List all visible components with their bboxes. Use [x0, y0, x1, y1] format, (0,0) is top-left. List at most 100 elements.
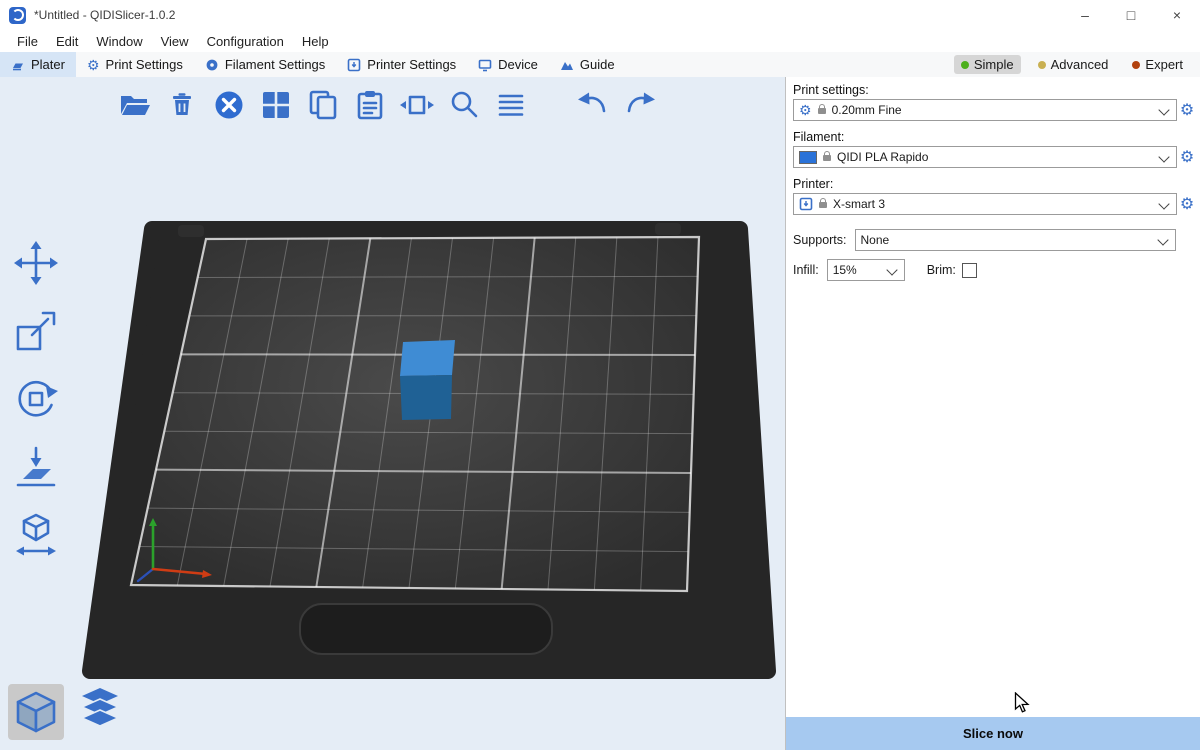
supports-label: Supports: — [793, 233, 847, 247]
app-window: *Untitled - QIDISlicer-1.0.2 – □ × File … — [0, 0, 1200, 750]
lock-icon — [823, 155, 831, 161]
chevron-down-icon — [1158, 198, 1169, 209]
printer-value: X-smart 3 — [833, 197, 885, 211]
tab-filament-settings[interactable]: Filament Settings — [194, 52, 336, 77]
measure-icon[interactable] — [10, 509, 62, 561]
filament-value: QIDI PLA Rapido — [837, 150, 928, 164]
open-icon[interactable] — [116, 86, 154, 124]
preview-view-icon[interactable] — [72, 684, 128, 740]
copy-icon[interactable] — [304, 86, 342, 124]
menu-help[interactable]: Help — [293, 34, 338, 49]
menu-window[interactable]: Window — [87, 34, 151, 49]
slice-now-button[interactable]: Slice now — [786, 717, 1200, 750]
chevron-down-icon — [1158, 104, 1169, 115]
editor-view-icon[interactable] — [8, 684, 64, 740]
filament-gear-button[interactable]: ⚙ — [1177, 147, 1197, 167]
paste-icon[interactable] — [351, 86, 389, 124]
menu-configuration[interactable]: Configuration — [198, 34, 293, 49]
mouse-cursor-icon — [1014, 692, 1034, 719]
tab-device[interactable]: Device — [467, 52, 549, 77]
arrange-icon[interactable] — [257, 86, 295, 124]
menubar: File Edit Window View Configuration Help — [0, 30, 1200, 52]
filament-icon — [205, 58, 219, 72]
undo-icon[interactable] — [574, 86, 612, 124]
move-icon[interactable] — [10, 237, 62, 289]
infill-combo[interactable]: 15% — [827, 259, 905, 281]
expert-dot-icon — [1132, 61, 1140, 69]
delete-all-icon[interactable] — [210, 86, 248, 124]
printer-icon — [799, 197, 813, 211]
close-button-icon[interactable]: × — [1154, 0, 1200, 30]
tabbar: Plater ⚙ Print Settings Filament Setting… — [0, 52, 1200, 78]
brim-checkbox[interactable] — [962, 263, 977, 278]
tab-print-settings[interactable]: ⚙ Print Settings — [76, 52, 194, 77]
titlebar: *Untitled - QIDISlicer-1.0.2 – □ × — [0, 0, 1200, 30]
place-on-face-icon[interactable] — [10, 441, 62, 493]
chevron-down-icon — [1157, 234, 1168, 245]
viewport-3d — [0, 77, 785, 750]
sidebar: Print settings: ⚙ 0.20mm Fine ⚙ Filament… — [785, 77, 1200, 750]
mode-label: Simple — [974, 57, 1014, 72]
filament-label: Filament: — [793, 130, 1200, 144]
tab-plater[interactable]: Plater — [0, 52, 76, 77]
bed-handle — [300, 604, 552, 654]
search-icon[interactable] — [445, 86, 483, 124]
delete-icon[interactable] — [163, 86, 201, 124]
minimize-button-icon[interactable]: – — [1062, 0, 1108, 30]
lock-icon — [818, 108, 826, 114]
scale-icon[interactable] — [10, 305, 62, 357]
tab-guide[interactable]: Guide — [549, 52, 626, 77]
printer-gear-button[interactable]: ⚙ — [1177, 194, 1197, 214]
layer-height-icon[interactable] — [492, 86, 530, 124]
print-settings-gear-button[interactable]: ⚙ — [1177, 100, 1197, 120]
print-settings-value: 0.20mm Fine — [832, 103, 902, 117]
maximize-button-icon[interactable]: □ — [1108, 0, 1154, 30]
redo-icon[interactable] — [621, 86, 659, 124]
rotate-icon[interactable] — [10, 373, 62, 425]
lock-icon — [819, 202, 827, 208]
chevron-down-icon — [886, 264, 897, 275]
print-settings-combo[interactable]: ⚙ 0.20mm Fine — [793, 99, 1177, 121]
supports-combo[interactable]: None — [855, 229, 1176, 251]
mode-label: Advanced — [1051, 57, 1109, 72]
mode-advanced[interactable]: Advanced — [1031, 55, 1116, 74]
supports-value: None — [861, 233, 890, 247]
plater-icon — [11, 58, 25, 72]
viewport-left-toolbar — [10, 237, 62, 561]
menu-view[interactable]: View — [152, 34, 198, 49]
guide-icon — [560, 58, 574, 72]
viewport-top-toolbar — [116, 86, 659, 124]
tab-label: Guide — [580, 57, 615, 72]
model-cube[interactable] — [400, 340, 455, 420]
printer-combo[interactable]: X-smart 3 — [793, 193, 1177, 215]
window-controls: – □ × — [1062, 0, 1200, 30]
window-title: *Untitled - QIDISlicer-1.0.2 — [34, 8, 175, 22]
print-settings-label: Print settings: — [793, 83, 1200, 97]
printer-label: Printer: — [793, 177, 1200, 191]
advanced-dot-icon — [1038, 61, 1046, 69]
device-icon — [478, 58, 492, 72]
gear-icon: ⚙ — [799, 103, 812, 117]
filament-combo[interactable]: QIDI PLA Rapido — [793, 146, 1177, 168]
mode-simple[interactable]: Simple — [954, 55, 1021, 74]
chevron-down-icon — [1158, 151, 1169, 162]
tab-printer-settings[interactable]: Printer Settings — [336, 52, 467, 77]
menu-file[interactable]: File — [8, 34, 47, 49]
menu-edit[interactable]: Edit — [47, 34, 87, 49]
infill-value: 15% — [833, 263, 857, 277]
brim-label: Brim: — [927, 263, 956, 277]
infill-label: Infill: — [793, 263, 819, 277]
filament-color-swatch — [799, 151, 817, 164]
tab-label: Print Settings — [106, 57, 183, 72]
tab-label: Device — [498, 57, 538, 72]
tab-label: Filament Settings — [225, 57, 325, 72]
app-logo-icon — [9, 7, 26, 24]
mode-label: Expert — [1145, 57, 1183, 72]
mode-expert[interactable]: Expert — [1125, 55, 1190, 74]
instances-icon[interactable] — [398, 86, 436, 124]
gear-icon: ⚙ — [87, 58, 100, 72]
print-bed-scene — [0, 77, 785, 750]
simple-dot-icon — [961, 61, 969, 69]
printer-icon — [347, 58, 361, 72]
tab-label: Plater — [31, 57, 65, 72]
